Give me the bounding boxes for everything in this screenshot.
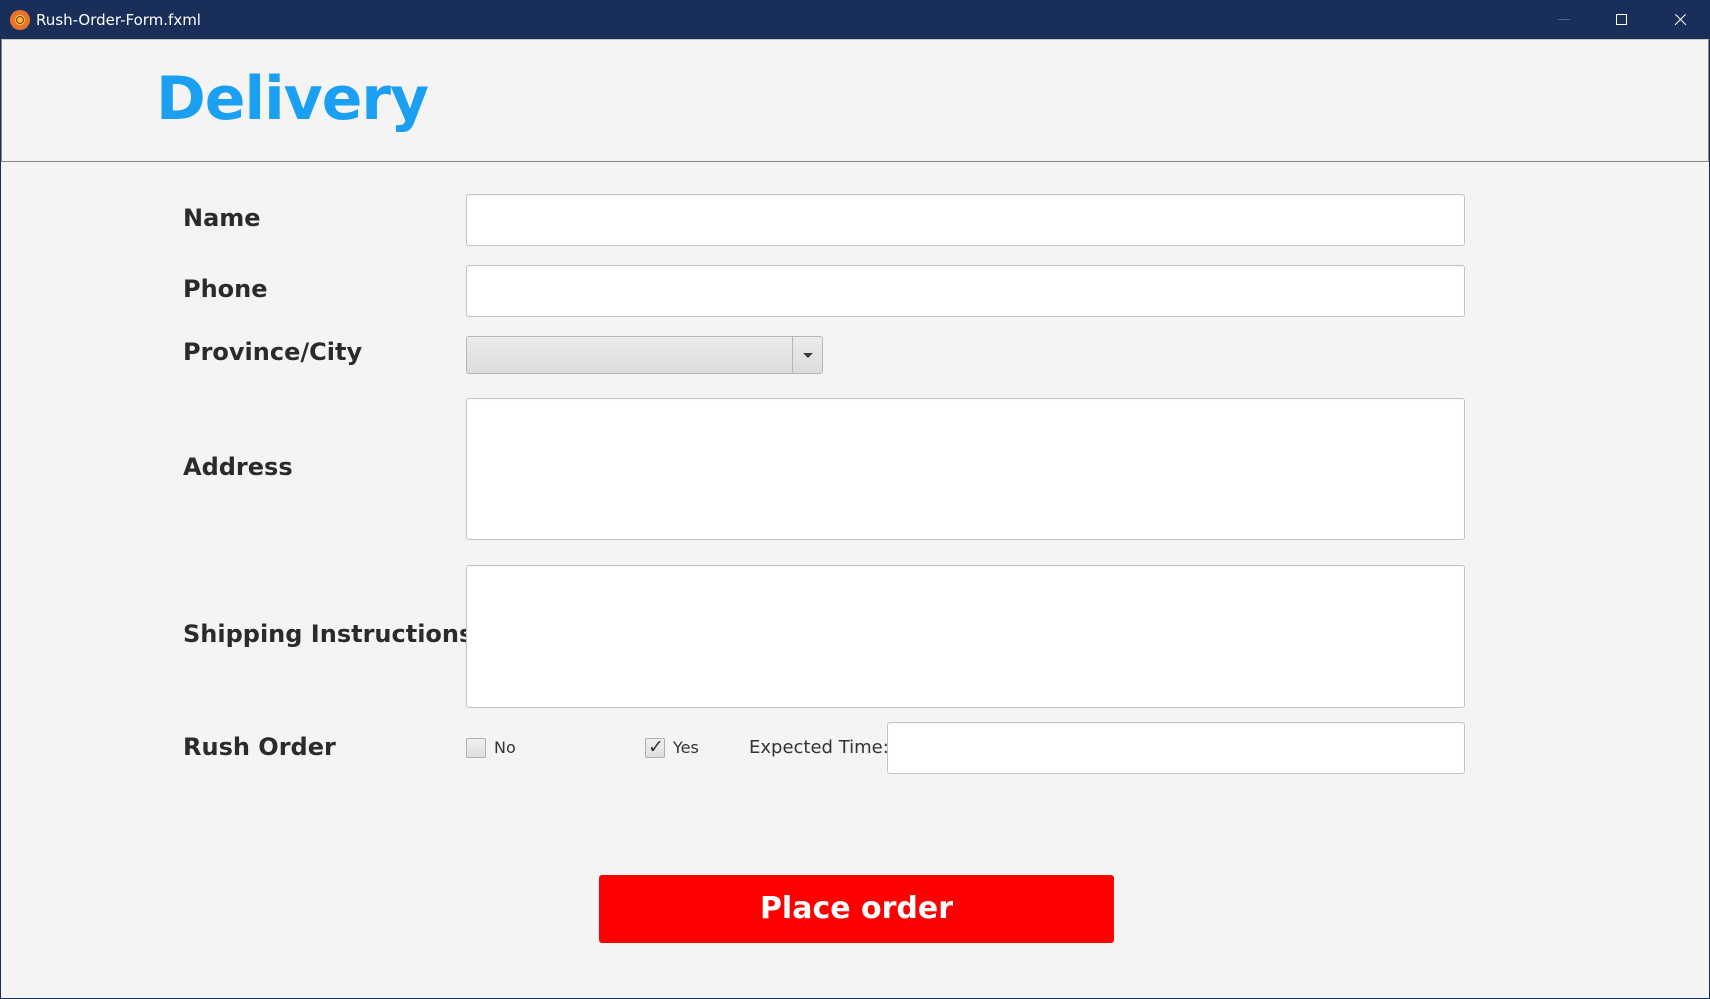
expected-time-label: Expected Time: [749, 737, 889, 758]
name-input[interactable] [466, 194, 1465, 246]
province-select[interactable] [466, 336, 823, 374]
header-panel: Delivery [1, 39, 1709, 162]
rush-yes-checkbox[interactable]: ✓ [645, 736, 665, 758]
maximize-button[interactable] [1593, 1, 1651, 39]
app-logo-icon [10, 10, 30, 30]
rush-yes-label[interactable]: Yes [673, 738, 699, 757]
province-label: Province/City [183, 338, 363, 366]
checkmark-icon: ✓ [648, 736, 664, 758]
rush-order-label: Rush Order [183, 733, 336, 761]
dropdown-divider [792, 337, 793, 373]
minimize-button[interactable] [1535, 1, 1593, 39]
shipping-instructions-label: Shipping Instructions [183, 620, 474, 648]
place-order-button[interactable]: Place order [599, 875, 1114, 943]
page-title: Delivery [156, 64, 429, 134]
close-button[interactable] [1651, 1, 1709, 39]
phone-input[interactable] [466, 265, 1465, 317]
shipping-instructions-textarea[interactable] [466, 565, 1465, 708]
expected-time-input[interactable] [887, 722, 1465, 774]
rush-no-label[interactable]: No [494, 738, 516, 757]
title-bar[interactable]: Rush-Order-Form.fxml [1, 1, 1709, 39]
address-textarea[interactable] [466, 398, 1465, 540]
address-label: Address [183, 453, 293, 481]
chevron-down-icon[interactable] [803, 353, 813, 358]
phone-label: Phone [183, 275, 268, 303]
rush-no-checkbox[interactable] [466, 738, 486, 758]
window-title: Rush-Order-Form.fxml [36, 11, 201, 29]
name-label: Name [183, 204, 261, 232]
app-window: Rush-Order-Form.fxml Delivery Name Phone… [0, 0, 1710, 999]
